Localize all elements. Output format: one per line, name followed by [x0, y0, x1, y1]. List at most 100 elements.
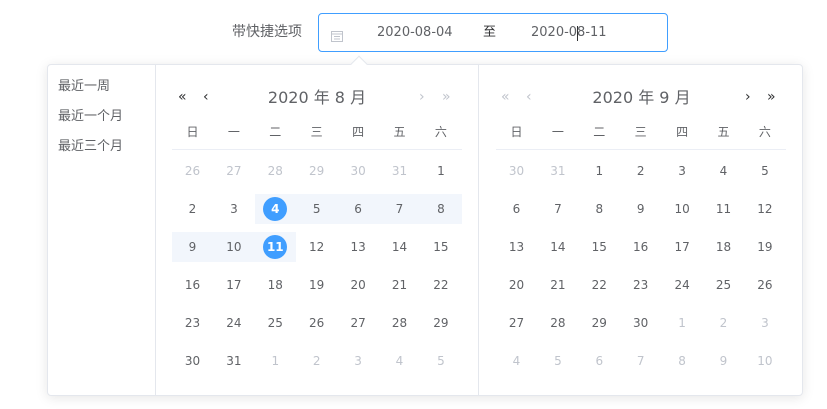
day-cell[interactable]: 7 [379, 194, 420, 224]
day-cell[interactable]: 14 [537, 232, 578, 262]
day-cell[interactable]: 5 [420, 346, 461, 376]
next-year-button[interactable]: » [767, 88, 776, 106]
day-cell[interactable]: 19 [744, 232, 785, 262]
day-cell[interactable]: 1 [255, 346, 296, 376]
day-cell[interactable]: 21 [379, 270, 420, 300]
day-number: 10 [674, 202, 690, 216]
day-cell[interactable]: 26 [172, 156, 213, 186]
day-cell[interactable]: 10 [744, 346, 785, 376]
day-cell[interactable]: 23 [172, 308, 213, 338]
day-cell[interactable]: 7 [620, 346, 661, 376]
day-cell[interactable]: 21 [537, 270, 578, 300]
day-cell[interactable]: 8 [420, 194, 461, 224]
day-cell[interactable]: 30 [496, 156, 537, 186]
day-cell[interactable]: 11 [703, 194, 744, 224]
day-cell[interactable]: 19 [296, 270, 337, 300]
day-cell[interactable]: 3 [338, 346, 379, 376]
day-number: 28 [550, 316, 566, 330]
day-cell[interactable]: 24 [213, 308, 254, 338]
day-cell[interactable]: 8 [662, 346, 703, 376]
day-cell[interactable]: 17 [213, 270, 254, 300]
weekday-divider [496, 149, 786, 150]
day-cell[interactable]: 1 [662, 308, 703, 338]
day-cell[interactable]: 30 [620, 308, 661, 338]
day-cell[interactable]: 30 [338, 156, 379, 186]
day-cell[interactable]: 4 [703, 156, 744, 186]
selected-day-cell[interactable]: 4 [255, 194, 296, 224]
day-cell[interactable]: 27 [213, 156, 254, 186]
day-cell[interactable]: 20 [338, 270, 379, 300]
day-cell[interactable]: 3 [213, 194, 254, 224]
day-cell[interactable]: 15 [579, 232, 620, 262]
day-cell[interactable]: 28 [379, 308, 420, 338]
day-cell[interactable]: 14 [379, 232, 420, 262]
shortcut-last-three-months[interactable]: 最近三个月 [58, 138, 123, 156]
day-cell[interactable]: 27 [496, 308, 537, 338]
selected-day-cell[interactable]: 11 [255, 232, 296, 262]
day-cell[interactable]: 31 [379, 156, 420, 186]
day-cell[interactable]: 2 [703, 308, 744, 338]
day-cell[interactable]: 26 [296, 308, 337, 338]
day-cell[interactable]: 16 [172, 270, 213, 300]
day-cell[interactable]: 12 [744, 194, 785, 224]
day-cell[interactable]: 22 [420, 270, 461, 300]
day-cell[interactable]: 7 [537, 194, 578, 224]
day-cell[interactable]: 29 [579, 308, 620, 338]
day-cell[interactable]: 12 [296, 232, 337, 262]
day-cell[interactable]: 10 [662, 194, 703, 224]
day-number: 27 [226, 164, 242, 178]
day-cell[interactable]: 26 [744, 270, 785, 300]
day-cell[interactable]: 3 [662, 156, 703, 186]
day-cell[interactable]: 29 [296, 156, 337, 186]
day-cell[interactable]: 9 [172, 232, 213, 262]
shortcut-last-week[interactable]: 最近一周 [58, 78, 110, 96]
day-cell[interactable]: 9 [620, 194, 661, 224]
day-cell[interactable]: 15 [420, 232, 461, 262]
day-cell[interactable]: 17 [662, 232, 703, 262]
date-range-input[interactable]: 2020-08-04 至 2020-08-11 [318, 13, 668, 52]
day-cell[interactable]: 6 [579, 346, 620, 376]
day-cell[interactable]: 18 [703, 232, 744, 262]
day-cell[interactable]: 2 [172, 194, 213, 224]
day-cell[interactable]: 5 [296, 194, 337, 224]
day-cell[interactable]: 2 [620, 156, 661, 186]
day-cell[interactable]: 28 [537, 308, 578, 338]
day-cell[interactable]: 8 [579, 194, 620, 224]
day-number: 6 [595, 354, 604, 368]
day-cell[interactable]: 23 [620, 270, 661, 300]
day-cell[interactable]: 1 [420, 156, 461, 186]
day-cell[interactable]: 18 [255, 270, 296, 300]
day-cell[interactable]: 25 [255, 308, 296, 338]
start-date-input[interactable]: 2020-08-04 [377, 24, 467, 42]
day-cell[interactable]: 29 [420, 308, 461, 338]
day-cell[interactable]: 9 [703, 346, 744, 376]
day-cell[interactable]: 6 [496, 194, 537, 224]
day-cell[interactable]: 30 [172, 346, 213, 376]
day-cell[interactable]: 4 [496, 346, 537, 376]
day-cell[interactable]: 5 [537, 346, 578, 376]
day-number: 4 [395, 354, 404, 368]
day-cell[interactable]: 28 [255, 156, 296, 186]
day-cell[interactable]: 31 [213, 346, 254, 376]
day-cell[interactable]: 10 [213, 232, 254, 262]
day-cell[interactable]: 16 [620, 232, 661, 262]
day-cell[interactable]: 3 [744, 308, 785, 338]
day-cell[interactable]: 5 [744, 156, 785, 186]
day-cell[interactable]: 27 [338, 308, 379, 338]
next-month-button[interactable]: › [745, 88, 751, 106]
day-number: 5 [761, 164, 769, 178]
day-cell[interactable]: 31 [537, 156, 578, 186]
day-cell[interactable]: 13 [338, 232, 379, 262]
shortcut-last-month[interactable]: 最近一个月 [58, 108, 123, 126]
day-cell[interactable]: 1 [579, 156, 620, 186]
day-cell[interactable]: 6 [338, 194, 379, 224]
day-cell[interactable]: 25 [703, 270, 744, 300]
day-cell[interactable]: 24 [662, 270, 703, 300]
day-cell[interactable]: 20 [496, 270, 537, 300]
day-cell[interactable]: 4 [379, 346, 420, 376]
end-date-input[interactable]: 2020-08-11 [531, 24, 621, 42]
day-cell[interactable]: 22 [579, 270, 620, 300]
day-cell[interactable]: 13 [496, 232, 537, 262]
day-cell[interactable]: 2 [296, 346, 337, 376]
text-cursor [577, 26, 578, 41]
